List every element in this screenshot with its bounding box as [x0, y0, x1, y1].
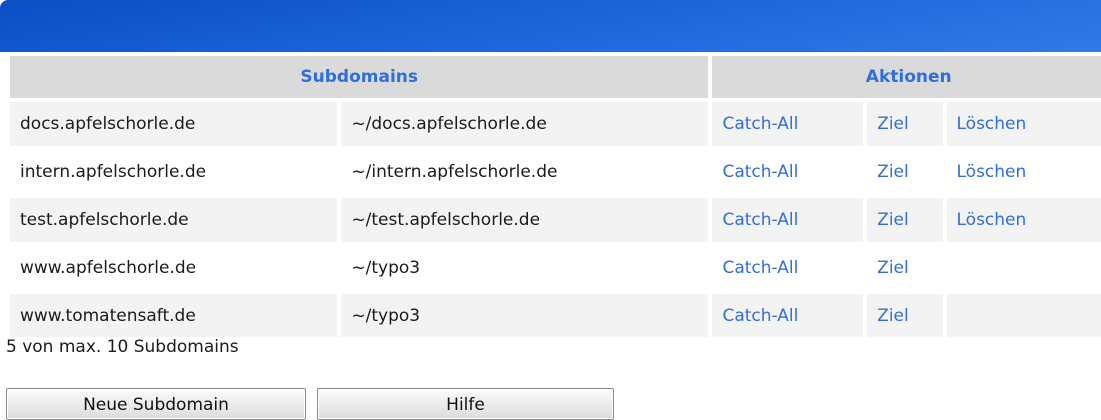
subdomain-name: docs.apfelschorle.de	[10, 102, 337, 146]
empty-action-cell	[947, 294, 1101, 337]
table-row: test.apfelschorle.de ~/test.apfelschorle…	[10, 198, 1101, 242]
ziel-link[interactable]: Ziel	[867, 198, 942, 242]
ziel-link[interactable]: Ziel	[867, 294, 942, 337]
catch-all-link[interactable]: Catch-All	[712, 102, 863, 146]
subdomain-name: intern.apfelschorle.de	[10, 150, 337, 194]
subdomain-path: ~/intern.apfelschorle.de	[341, 150, 708, 194]
subdomain-path: ~/typo3	[341, 246, 708, 290]
catch-all-link[interactable]: Catch-All	[712, 150, 863, 194]
table-row: www.apfelschorle.de ~/typo3 Catch-All Zi…	[10, 246, 1101, 290]
catch-all-link[interactable]: Catch-All	[712, 246, 863, 290]
ziel-link[interactable]: Ziel	[867, 102, 942, 146]
help-button[interactable]: Hilfe	[317, 388, 614, 420]
subdomain-count-text: 5 von max. 10 Subdomains	[6, 337, 239, 357]
subdomain-path: ~/docs.apfelschorle.de	[341, 102, 708, 146]
subdomain-table-container: Subdomains Aktionen docs.apfelschorle.de…	[6, 52, 1101, 337]
subdomains-column-header: Subdomains	[10, 56, 708, 98]
subdomain-name: www.tomatensaft.de	[10, 294, 337, 337]
catch-all-link[interactable]: Catch-All	[712, 294, 863, 337]
delete-link[interactable]: Löschen	[947, 198, 1101, 242]
subdomain-name: test.apfelschorle.de	[10, 198, 337, 242]
delete-link[interactable]: Löschen	[947, 150, 1101, 194]
empty-action-cell	[947, 246, 1101, 290]
subdomain-path: ~/test.apfelschorle.de	[341, 198, 708, 242]
table-row: www.tomatensaft.de ~/typo3 Catch-All Zie…	[10, 294, 1101, 337]
subdomain-name: www.apfelschorle.de	[10, 246, 337, 290]
new-subdomain-button[interactable]: Neue Subdomain	[6, 388, 306, 420]
delete-link[interactable]: Löschen	[947, 102, 1101, 146]
ziel-link[interactable]: Ziel	[867, 150, 942, 194]
ziel-link[interactable]: Ziel	[867, 246, 942, 290]
table-row: docs.apfelschorle.de ~/docs.apfelschorle…	[10, 102, 1101, 146]
subdomain-table: Subdomains Aktionen docs.apfelschorle.de…	[6, 52, 1101, 337]
catch-all-link[interactable]: Catch-All	[712, 198, 863, 242]
subdomain-path: ~/typo3	[341, 294, 708, 337]
table-row: intern.apfelschorle.de ~/intern.apfelsch…	[10, 150, 1101, 194]
aktionen-column-header: Aktionen	[712, 56, 1101, 98]
top-header-bar	[0, 0, 1101, 52]
table-header-row: Subdomains Aktionen	[10, 56, 1101, 98]
